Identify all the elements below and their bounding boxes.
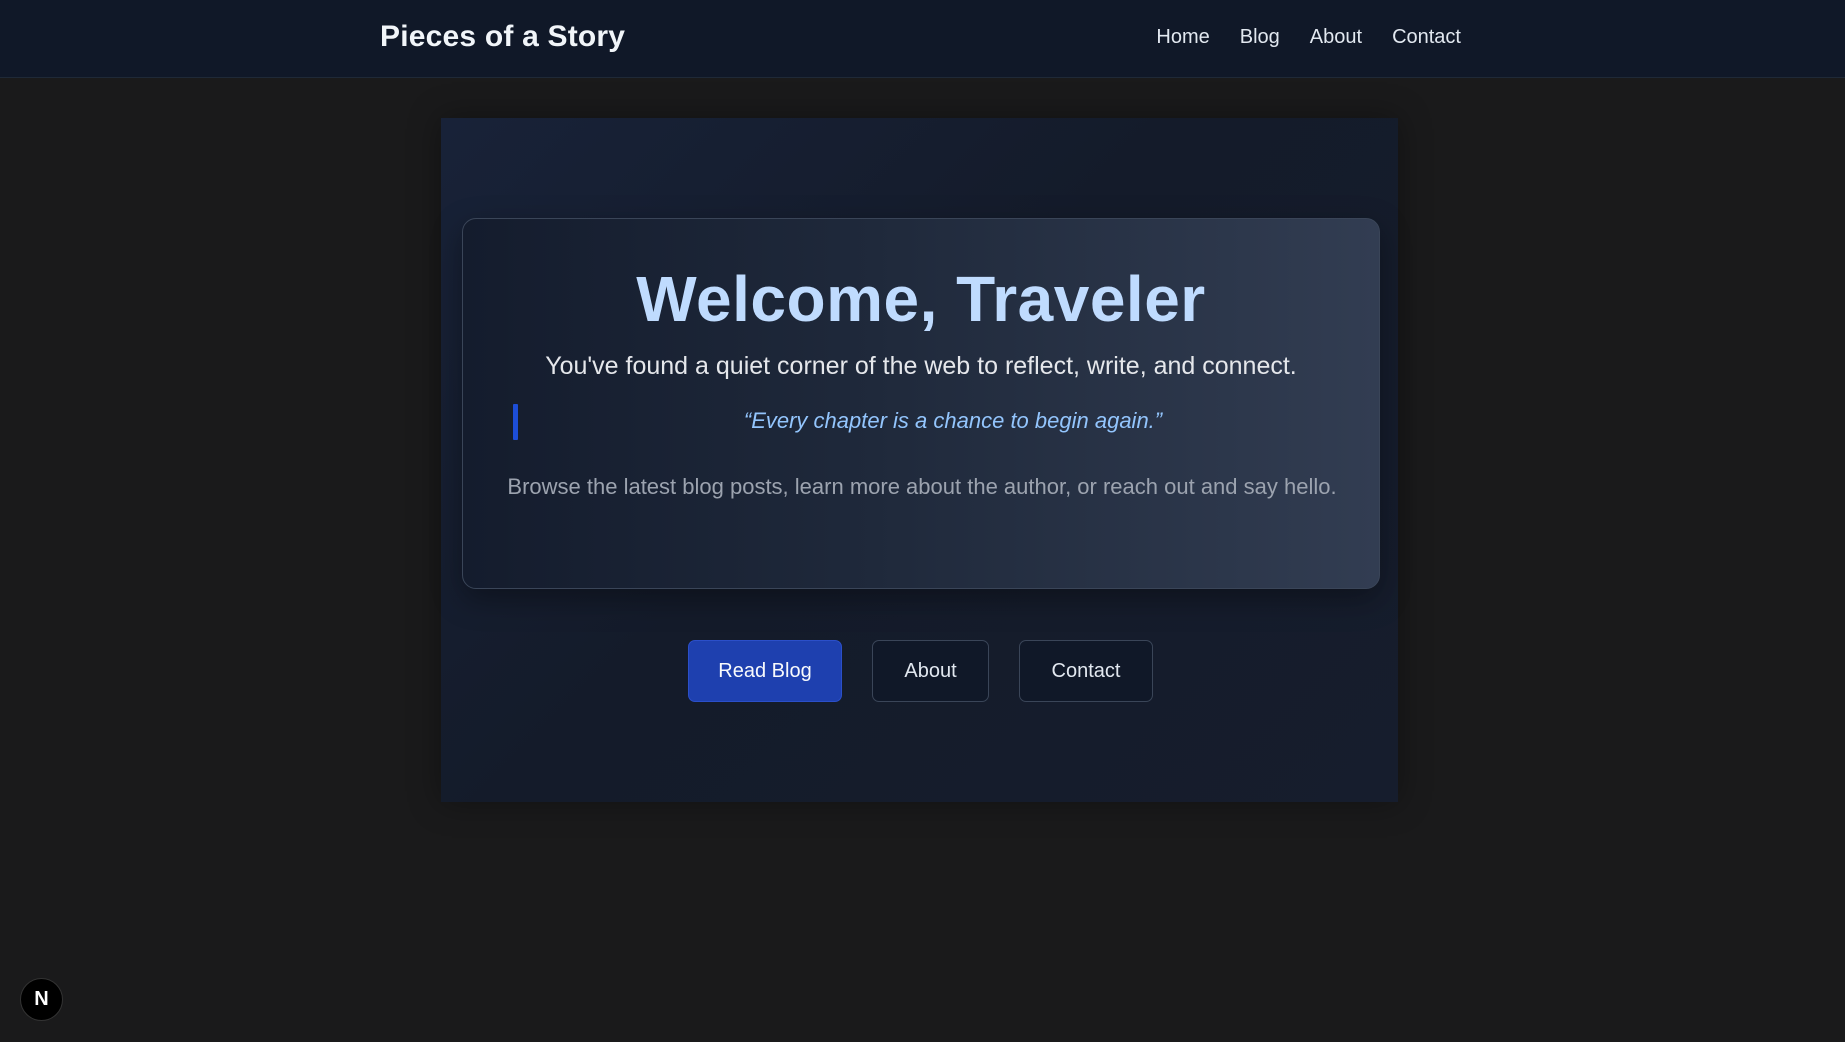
welcome-card: Welcome, Traveler You've found a quiet c… (462, 218, 1380, 589)
main-nav: Home Blog About Contact (1156, 22, 1461, 52)
welcome-description: Browse the latest blog posts, learn more… (507, 474, 1337, 499)
nav-about[interactable]: About (1310, 22, 1362, 52)
about-button[interactable]: About (872, 640, 989, 702)
nav-home[interactable]: Home (1156, 22, 1209, 52)
welcome-subtitle: You've found a quiet corner of the web t… (545, 352, 1297, 380)
welcome-title: Welcome, Traveler (636, 263, 1206, 335)
read-blog-button[interactable]: Read Blog (688, 640, 842, 702)
dev-tools-badge[interactable]: N (20, 978, 63, 1021)
nav-blog[interactable]: Blog (1240, 22, 1280, 52)
welcome-quote: “Every chapter is a chance to begin agai… (743, 408, 1163, 433)
nav-contact[interactable]: Contact (1392, 22, 1461, 52)
site-title[interactable]: Pieces of a Story (380, 18, 625, 56)
contact-button[interactable]: Contact (1019, 640, 1153, 702)
site-header: Pieces of a Story Home Blog About Contac… (0, 0, 1845, 78)
